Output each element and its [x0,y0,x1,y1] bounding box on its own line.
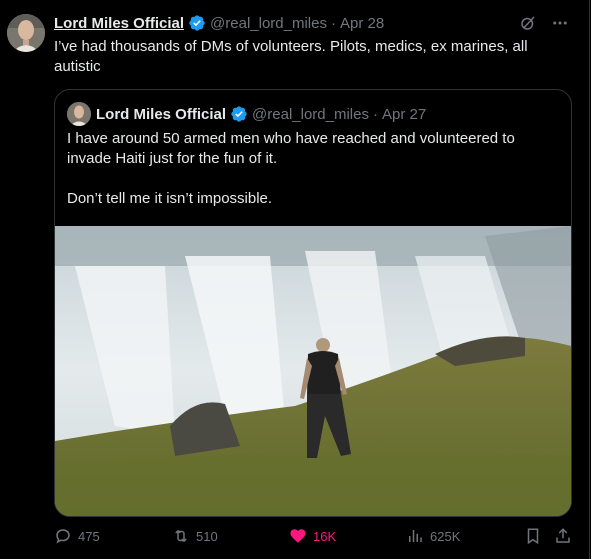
quoted-tweet-date: Apr 27 [381,105,427,123]
heart-icon [290,529,306,543]
quoted-tweet-text: I have around 50 armed men who have reac… [67,129,557,209]
quoted-verified-badge-icon [231,106,247,122]
bookmark-icon [527,528,539,545]
views-button[interactable]: 625K [406,527,460,545]
repost-icon [175,529,187,543]
like-count: 16K [313,528,337,544]
like-button[interactable]: 16K [289,527,336,545]
more-icon[interactable] [551,14,569,37]
tweet-top-icons [519,14,569,37]
tweet-text: I’ve had thousands of DMs of volunteers.… [54,38,528,75]
quoted-separator-dot: · [372,105,378,123]
tweet-header: Lord Miles Official @real_lord_miles · A… [54,14,384,32]
share-button[interactable] [554,527,572,545]
reply-icon [56,529,70,544]
grok-icon[interactable] [519,14,537,37]
waterfall-photo[interactable] [55,226,571,516]
quoted-tweet[interactable]: Lord Miles Official @real_lord_miles · A… [54,89,572,517]
quoted-author-name: Lord Miles Official [96,105,227,123]
quoted-paragraph-1: I have around 50 armed men who have reac… [67,130,515,167]
tweet-card[interactable]: Lord Miles Official @real_lord_miles · A… [0,0,590,559]
reply-button[interactable]: 475 [54,527,100,545]
verified-badge-icon [189,15,205,31]
quoted-paragraph-2: Don’t tell me it isn’t impossible. [67,190,273,207]
separator-dot: · [330,14,336,32]
tweet-actions: 475 510 16K 625K [54,527,574,549]
quoted-author-handle: @real_lord_miles [252,105,369,123]
share-icon [556,528,570,543]
author-handle[interactable]: @real_lord_miles [210,15,327,32]
view-count: 625K [430,528,461,544]
repost-count: 510 [196,528,218,544]
quoted-tweet-header: Lord Miles Official @real_lord_miles · A… [67,102,426,126]
bookmark-button[interactable] [524,527,542,545]
tweet-date[interactable]: Apr 28 [340,15,384,32]
author-avatar[interactable] [7,14,45,52]
repost-button[interactable]: 510 [172,527,218,545]
views-icon [409,530,422,542]
reply-count: 475 [78,528,100,544]
quoted-author-avatar [67,102,91,126]
author-name[interactable]: Lord Miles Official [54,15,184,32]
